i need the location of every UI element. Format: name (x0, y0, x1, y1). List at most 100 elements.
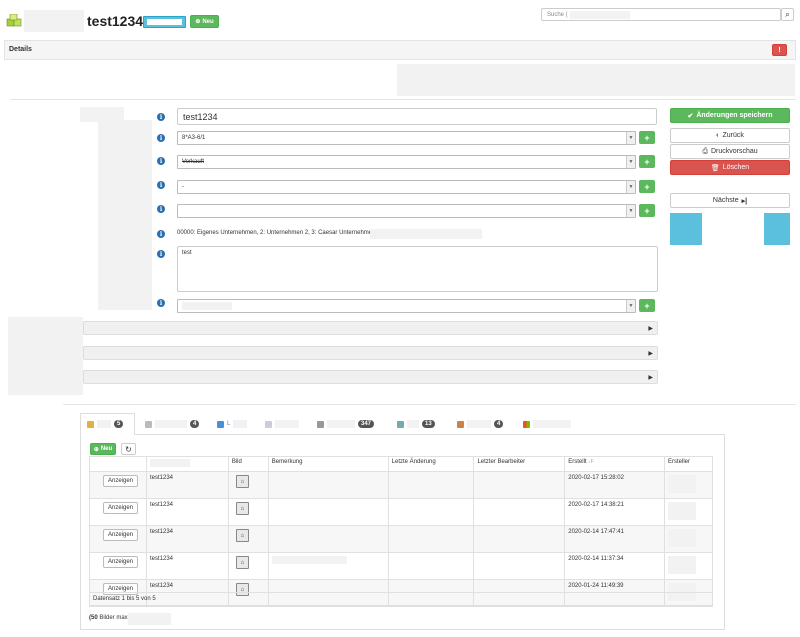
field5-select[interactable]: ▼ (177, 204, 636, 218)
creator-cell (664, 525, 713, 553)
refresh-icon: ↻ (125, 444, 132, 454)
info-icon[interactable]: i (157, 181, 165, 189)
chevron-left-icon: ‹ (716, 132, 719, 139)
image-thumbnail-icon[interactable]: ⌂ (235, 475, 249, 488)
details-label: Details (9, 46, 32, 53)
tab-2[interactable]: 4 (145, 414, 200, 434)
table-row: Anzeigen test1234 ⌂ 2020-02-14 11:37:34 (89, 552, 713, 580)
table-row: Anzeigen test1234 ⌂ 2020-02-17 15:28:02 (89, 471, 713, 499)
field4-select[interactable]: - ▼ (177, 180, 636, 194)
location-select[interactable]: 8*A3-6/1 ▼ (177, 131, 636, 145)
image-thumbnail-icon[interactable]: ⌂ (235, 529, 249, 542)
next-button[interactable]: Nächste ▸| (670, 193, 790, 208)
tab-4[interactable] (265, 414, 299, 434)
name-cell: test1234 (145, 471, 229, 499)
redacted-banner (397, 64, 795, 96)
show-button[interactable]: Anzeigen (103, 556, 139, 568)
search-icon: ⌕ (785, 9, 790, 19)
created-cell: 2020-02-14 17:47:41 (564, 525, 665, 553)
creator-cell (664, 471, 713, 499)
comment-cell (267, 498, 389, 526)
status-select[interactable]: Verkauft ▼ (177, 155, 636, 169)
print-preview-button[interactable]: ⎙ Druckvorschau (670, 144, 790, 159)
divider (10, 99, 796, 100)
redacted-side-block (8, 317, 83, 395)
image-limit-note: (50 Bilder max. (89, 615, 130, 621)
header-new-button[interactable]: ⊕ Neu (190, 15, 219, 28)
tab-6[interactable]: 13 (397, 414, 435, 434)
show-button[interactable]: Anzeigen (103, 502, 139, 514)
bag-icon (457, 420, 464, 428)
image-cell: ⌂ (227, 525, 269, 553)
name-cell: test1234 (145, 525, 229, 553)
info-icon[interactable]: i (157, 299, 165, 307)
save-changes-button[interactable]: ✔ Änderungen speichern (670, 108, 790, 123)
accordion-section[interactable]: ▶ (83, 346, 658, 360)
divider (63, 404, 796, 405)
search-button[interactable]: ⌕ (781, 8, 794, 21)
column-header-sorted[interactable]: Erstellt ↓F (564, 456, 665, 472)
tab-3[interactable]: L (217, 414, 248, 434)
redacted-logo-text (24, 10, 84, 32)
comment-textarea[interactable]: test (177, 246, 658, 292)
redacted-note (128, 613, 171, 625)
status-info-box (670, 213, 790, 245)
image-thumbnail-icon[interactable]: ⌂ (235, 556, 249, 569)
document-icon (265, 420, 272, 428)
show-cell: Anzeigen (89, 471, 147, 499)
tab-7[interactable]: 4 (457, 414, 504, 434)
caret-right-icon: ▶ (648, 326, 653, 332)
name-field[interactable]: test1234 (177, 108, 657, 125)
caret-right-icon: ▶ (648, 375, 653, 381)
chevron-down-icon: ▼ (626, 156, 635, 168)
image-thumbnail-icon[interactable]: ⌂ (235, 502, 249, 515)
check-icon: ✔ (687, 112, 694, 120)
printer-icon (317, 420, 324, 428)
column-header (89, 456, 147, 472)
info-icon[interactable]: i (157, 157, 165, 165)
creator-cell (664, 498, 713, 526)
images-table: Bild Bemerkung Letzte Änderung Letzter B… (89, 456, 713, 607)
back-button[interactable]: ‹ Zurück (670, 128, 790, 143)
info-icon[interactable]: i (157, 113, 165, 121)
details-panel-header: Details (4, 40, 796, 60)
trash-icon: 🗑 (710, 164, 720, 172)
show-button[interactable]: Anzeigen (103, 475, 139, 487)
created-cell: 2020-02-14 11:37:34 (564, 552, 665, 580)
table-row: Anzeigen test1234 ⌂ 2020-02-14 17:47:41 (89, 525, 713, 553)
info-icon[interactable]: i (157, 250, 165, 258)
image-cell: ⌂ (227, 498, 269, 526)
editor-cell (473, 498, 566, 526)
search-input[interactable]: Suche ( (541, 8, 781, 21)
info-icon[interactable]: i (157, 134, 165, 142)
logo-icon (6, 13, 22, 30)
info-icon[interactable]: i (157, 205, 165, 213)
details-alert-button[interactable]: ! (772, 44, 787, 56)
page-title: test1234 (87, 13, 144, 29)
sort-icon: ↓F (588, 459, 594, 465)
step-forward-icon: ▸| (741, 197, 748, 205)
column-header: Ersteller (664, 456, 713, 472)
accordion-section[interactable]: ▶ (83, 370, 658, 384)
tab-5[interactable]: 347 (317, 414, 375, 434)
add-field4-button[interactable]: + (639, 180, 655, 193)
field6-select[interactable]: ▼ (177, 299, 636, 313)
table-new-button[interactable]: ⊕ Neu (90, 443, 116, 455)
info-icon[interactable]: i (157, 230, 165, 238)
tab-8[interactable] (523, 414, 571, 434)
accordion-section[interactable]: ▶ (83, 321, 658, 335)
refresh-button[interactable]: ↻ (121, 443, 136, 455)
editor-cell (473, 471, 566, 499)
chevron-down-icon: ▼ (626, 205, 635, 217)
add-field6-button[interactable]: + (639, 299, 655, 312)
tab-1[interactable]: 5 (87, 414, 124, 434)
plus-circle-icon: ⊕ (195, 19, 201, 25)
add-field5-button[interactable]: + (639, 204, 655, 217)
show-button[interactable]: Anzeigen (103, 529, 139, 541)
show-cell: Anzeigen (89, 498, 147, 526)
add-status-button[interactable]: + (639, 155, 655, 168)
delete-button[interactable]: 🗑 Löschen (670, 160, 790, 175)
column-header: Bild (227, 456, 269, 472)
column-header: Bemerkung (267, 456, 389, 472)
add-location-button[interactable]: + (639, 131, 655, 144)
